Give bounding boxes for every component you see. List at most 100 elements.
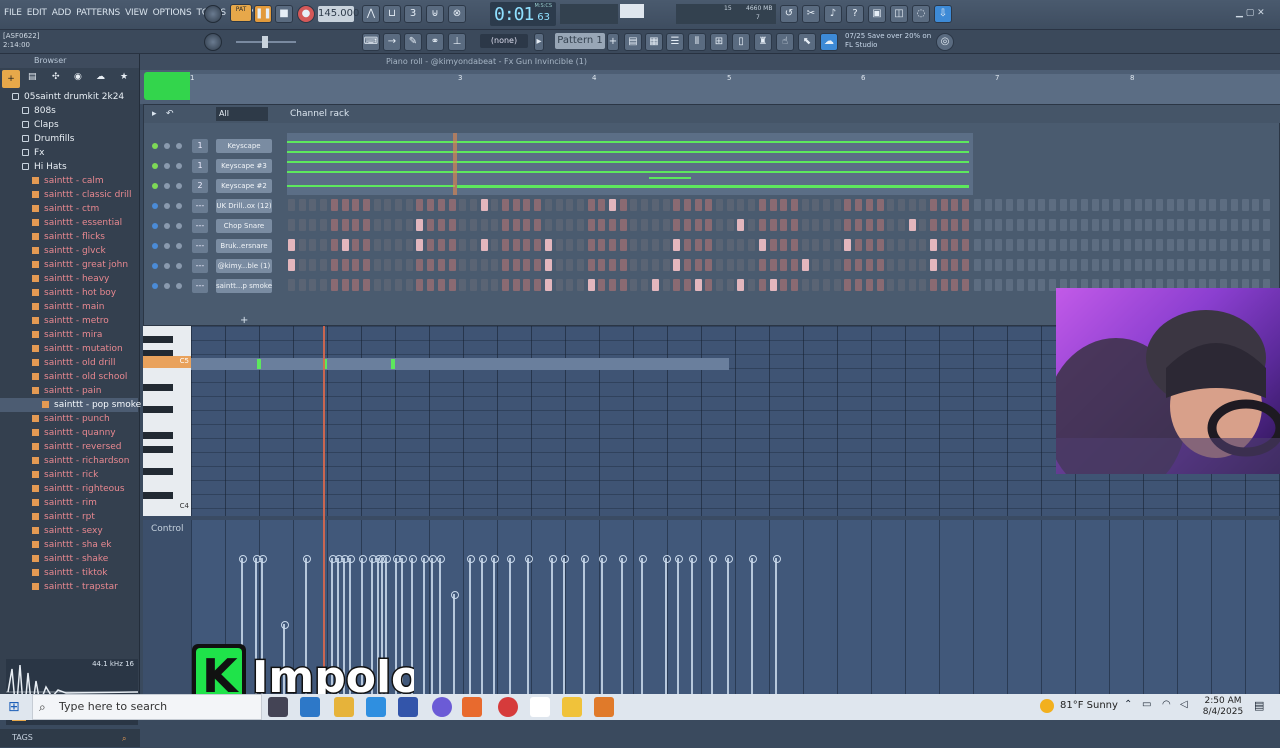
blend-notes-icon[interactable]: ⊗ <box>448 5 466 23</box>
channel-volume-knob[interactable] <box>176 223 182 229</box>
channel-volume-knob[interactable] <box>176 283 182 289</box>
step-off[interactable] <box>341 279 349 291</box>
step-off[interactable] <box>405 199 413 211</box>
step-off[interactable] <box>780 239 788 251</box>
step-off[interactable] <box>619 199 627 211</box>
step-ghost[interactable] <box>1134 199 1142 211</box>
browser-file[interactable]: sainttt - rpt <box>0 510 138 524</box>
step-off[interactable] <box>662 219 670 231</box>
step-off[interactable] <box>662 199 670 211</box>
playlist-icon[interactable]: ▤ <box>624 33 642 51</box>
news-icon[interactable]: ◎ <box>936 33 954 51</box>
pause-button[interactable]: ❚❚ <box>254 5 272 23</box>
step-off[interactable] <box>801 239 809 251</box>
step-ghost[interactable] <box>1166 199 1174 211</box>
step-on[interactable] <box>930 239 937 251</box>
browser-file[interactable]: sainttt - old school <box>0 370 138 384</box>
menu-item-file[interactable]: FILE <box>4 8 22 18</box>
step-off[interactable] <box>630 279 638 291</box>
step-ghost[interactable] <box>1081 259 1088 271</box>
step-ghost[interactable] <box>1230 259 1238 271</box>
step-off[interactable] <box>555 199 563 211</box>
step-off[interactable] <box>298 239 306 251</box>
step-off[interactable] <box>598 219 606 231</box>
obs-icon[interactable] <box>498 697 518 717</box>
step-off[interactable] <box>844 259 852 271</box>
step-off[interactable] <box>705 259 713 271</box>
rack-undo-icon[interactable]: ↶ <box>166 105 174 123</box>
step-ghost[interactable] <box>1113 239 1121 251</box>
step-ghost[interactable] <box>1027 279 1035 291</box>
step-off[interactable] <box>459 279 467 291</box>
step-off[interactable] <box>705 199 713 211</box>
browser-file[interactable]: sainttt - righteous <box>0 482 138 496</box>
step-off[interactable] <box>576 219 584 231</box>
step-off[interactable] <box>598 279 606 291</box>
step-off[interactable] <box>534 199 542 211</box>
step-off[interactable] <box>395 279 402 291</box>
step-off[interactable] <box>855 239 863 251</box>
step-off[interactable] <box>887 259 895 271</box>
step-off[interactable] <box>480 219 488 231</box>
channel-mixer-track[interactable]: --- <box>192 199 208 213</box>
step-off[interactable] <box>919 259 927 271</box>
step-ghost[interactable] <box>1059 199 1067 211</box>
velocity-bar[interactable] <box>725 555 733 694</box>
help-icon[interactable]: ? <box>846 5 864 23</box>
step-off[interactable] <box>694 239 702 251</box>
step-off[interactable] <box>437 239 445 251</box>
step-on[interactable] <box>930 259 937 271</box>
step-off[interactable] <box>651 219 659 231</box>
step-ghost[interactable] <box>1220 239 1228 251</box>
fl-studio-icon[interactable] <box>462 697 482 717</box>
step-off[interactable] <box>288 199 295 211</box>
channel-mixer-track[interactable]: --- <box>192 239 208 253</box>
step-off[interactable] <box>962 239 970 251</box>
step-ghost[interactable] <box>1006 239 1014 251</box>
step-ghost[interactable] <box>1081 239 1088 251</box>
control-label[interactable]: Control <box>151 524 184 534</box>
step-off[interactable] <box>362 239 370 251</box>
step-off[interactable] <box>790 279 798 291</box>
step-off[interactable] <box>865 259 873 271</box>
step-off[interactable] <box>844 199 852 211</box>
step-off[interactable] <box>320 239 328 251</box>
step-off[interactable] <box>587 199 595 211</box>
channel-pan-knob[interactable] <box>164 283 170 289</box>
velocity-bar[interactable] <box>507 555 515 694</box>
step-off[interactable] <box>576 279 584 291</box>
step-off[interactable] <box>405 239 413 251</box>
step-off[interactable] <box>523 239 531 251</box>
step-off[interactable] <box>309 259 317 271</box>
step-off[interactable] <box>491 279 499 291</box>
add-channel-button[interactable]: + <box>240 315 248 326</box>
channel-name-button[interactable]: @kimy...ble (1) <box>216 259 272 273</box>
step-ghost[interactable] <box>1241 259 1249 271</box>
step-ghost[interactable] <box>1209 259 1217 271</box>
step-off[interactable] <box>448 279 456 291</box>
channel-name-button[interactable]: UK Drill..ox (12) <box>216 199 272 213</box>
step-off[interactable] <box>780 259 788 271</box>
step-ghost[interactable] <box>1134 259 1142 271</box>
step-off[interactable] <box>726 239 734 251</box>
step-off[interactable] <box>512 239 520 251</box>
step-off[interactable] <box>769 259 777 271</box>
menu-item-add[interactable]: ADD <box>52 8 72 18</box>
velocity-bar[interactable] <box>429 555 437 694</box>
step-off[interactable] <box>801 199 809 211</box>
browser-add-icon[interactable]: + <box>2 70 20 88</box>
step-off[interactable] <box>330 219 338 231</box>
step-edit-icon[interactable]: ⊎ <box>426 5 444 23</box>
browser-file[interactable]: sainttt - reversed <box>0 440 138 454</box>
step-off[interactable] <box>758 279 766 291</box>
step-on[interactable] <box>544 259 552 271</box>
volume-icon[interactable]: ◁ <box>1180 699 1188 710</box>
step-ghost[interactable] <box>1252 219 1260 231</box>
step-off[interactable] <box>352 199 360 211</box>
browser-folder[interactable]: 808s <box>0 104 138 118</box>
browser-file[interactable]: sainttt - mira <box>0 328 138 342</box>
step-off[interactable] <box>919 219 927 231</box>
step-on[interactable] <box>480 199 488 211</box>
plugin-picker-icon[interactable]: ♜ <box>754 33 772 51</box>
step-on[interactable] <box>544 279 552 291</box>
